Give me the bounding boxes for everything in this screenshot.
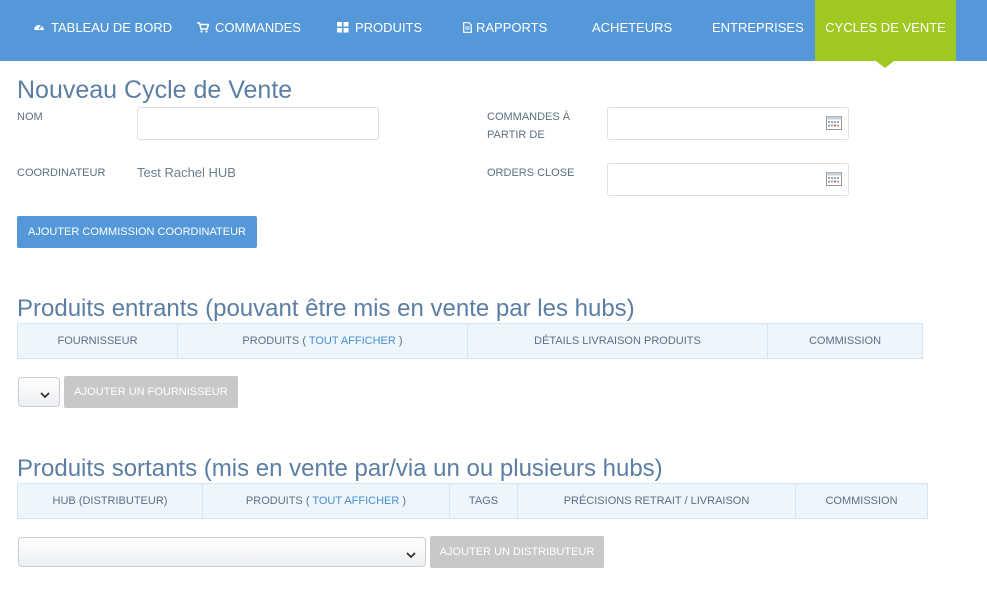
col-hub: HUB (DISTRIBUTEUR) (18, 484, 203, 518)
page-title: Nouveau Cycle de Vente (17, 76, 293, 104)
commandes-label-line1: COMMANDES À (487, 111, 571, 123)
col-commission: COMMISSION (808, 335, 882, 347)
nom-input[interactable] (137, 107, 379, 140)
nav-produits[interactable]: PRODUITS (337, 0, 422, 61)
coordinateur-value: Test Rachel HUB (137, 165, 236, 180)
nav-cycles-de-vente[interactable]: CYCLES DE VENTE (815, 0, 956, 61)
nav-rapports[interactable]: RAPPORTS (463, 0, 547, 61)
add-supplier-button[interactable]: AJOUTER UN FOURNISSEUR (64, 376, 238, 408)
col-produits-close: ) (402, 495, 407, 507)
top-nav: TABLEAU DE BORD COMMANDES PRODUITS RAPPO… (0, 0, 987, 61)
nav-label: TABLEAU DE BORD (51, 20, 173, 35)
coordinateur-label: COORDINATEUR (17, 167, 106, 179)
outgoing-products-title: Produits sortants (mis en vente par/via … (17, 455, 663, 482)
nav-entreprises[interactable]: ENTREPRISES (712, 0, 804, 61)
nav-label: PRODUITS (355, 20, 423, 35)
add-distributor-button[interactable]: AJOUTER UN DISTRIBUTEUR (430, 536, 604, 568)
nav-label: RAPPORTS (476, 20, 548, 35)
incoming-table-header: FOURNISSEUR PRODUITS ( TOUT AFFICHER ) D… (17, 323, 923, 359)
col-produits: PRODUITS ( TOUT AFFICHER ) (203, 484, 450, 518)
col-produits-label: PRODUITS ( (242, 335, 306, 347)
cart-icon (197, 1, 210, 56)
col-commission: COMMISSION (825, 495, 898, 507)
active-tab-caret (876, 61, 894, 68)
commandes-label-line2: PARTIR DE (487, 129, 545, 141)
orders-close-label: ORDERS CLOSE (487, 167, 575, 179)
nav-tableau-de-bord[interactable]: TABLEAU DE BORD (33, 0, 172, 61)
commandes-date-input[interactable] (607, 107, 849, 140)
grid-icon (337, 1, 349, 56)
document-icon (463, 1, 472, 56)
nom-label: NOM (17, 111, 43, 123)
show-all-link[interactable]: TOUT AFFICHER (312, 495, 399, 507)
col-produits-close: ) (398, 335, 403, 347)
outgoing-table-header: HUB (DISTRIBUTEUR) PRODUITS ( TOUT AFFIC… (17, 483, 928, 519)
incoming-products-title: Produits entrants (pouvant être mis en v… (17, 295, 635, 322)
col-precisions: PRÉCISIONS RETRAIT / LIVRAISON (518, 484, 796, 518)
chevron-down-icon (40, 387, 50, 399)
calendar-icon[interactable] (826, 116, 842, 130)
chevron-down-icon (406, 547, 416, 559)
show-all-link[interactable]: TOUT AFFICHER (309, 335, 396, 347)
nav-label: COMMANDES (215, 20, 301, 35)
dashboard-icon (33, 1, 45, 56)
col-fournisseur: FOURNISSEUR (18, 324, 178, 358)
nav-label: ACHETEURS (592, 20, 673, 35)
supplier-select[interactable] (18, 377, 60, 407)
orders-close-date-input[interactable] (607, 163, 849, 196)
nav-commandes[interactable]: COMMANDES (197, 0, 301, 61)
col-details-livraison: DÉTAILS LIVRAISON PRODUITS (468, 324, 768, 358)
nav-label: ENTREPRISES (712, 20, 804, 35)
nav-label: CYCLES DE VENTE (825, 20, 946, 35)
col-produits: PRODUITS ( TOUT AFFICHER ) (178, 324, 468, 358)
col-produits-label: PRODUITS ( (245, 495, 310, 507)
add-coordinator-commission-button[interactable]: AJOUTER COMMISSION COORDINATEUR (17, 216, 257, 248)
nav-acheteurs[interactable]: ACHETEURS (592, 0, 672, 61)
calendar-icon[interactable] (826, 172, 842, 186)
col-tags: TAGS (450, 484, 518, 518)
distributor-select[interactable] (18, 537, 426, 567)
